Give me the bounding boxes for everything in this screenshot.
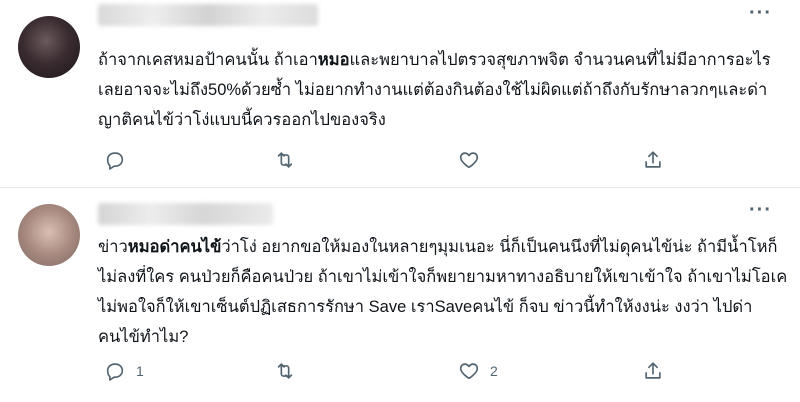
tweet-actions bbox=[98, 148, 698, 172]
reply-count: 1 bbox=[136, 363, 144, 379]
reply-icon bbox=[106, 363, 124, 381]
avatar[interactable] bbox=[18, 204, 80, 266]
tweet-text-highlight: หมอ bbox=[317, 51, 350, 69]
retweet-button[interactable] bbox=[274, 359, 306, 383]
more-options-icon[interactable]: ··· bbox=[749, 2, 772, 25]
retweet-icon bbox=[277, 152, 293, 168]
reply-icon bbox=[106, 152, 124, 170]
retweet-icon bbox=[277, 363, 293, 379]
tweet-2[interactable]: ··· ข่าวหมอด่าคนไข้ว่าโง่ อยากขอให้มองใน… bbox=[0, 189, 800, 402]
tweet-1[interactable]: ··· ถ้าจากเคสหมอป้าคนนั้น ถ้าเอาหมอและพย… bbox=[0, 0, 800, 188]
share-button[interactable] bbox=[642, 359, 664, 383]
tweet-actions: 1 2 bbox=[98, 359, 698, 383]
tweet-text-part: ข่าว bbox=[98, 238, 128, 256]
blurred-author-name[interactable] bbox=[98, 4, 318, 26]
share-icon bbox=[645, 362, 661, 379]
avatar[interactable] bbox=[18, 16, 80, 78]
retweet-button[interactable] bbox=[274, 148, 306, 172]
share-button[interactable] bbox=[642, 148, 664, 172]
blurred-author-name[interactable] bbox=[98, 203, 273, 225]
more-options-icon[interactable]: ··· bbox=[749, 199, 772, 222]
like-button[interactable]: 2 bbox=[458, 359, 498, 383]
tweet-text-highlight: หมอด่าคนไข้ bbox=[127, 238, 222, 256]
like-button[interactable] bbox=[458, 148, 490, 172]
like-icon bbox=[459, 152, 479, 169]
tweet-text: ข่าวหมอด่าคนไข้ว่าโง่ อยากขอให้มองในหลาย… bbox=[98, 232, 788, 352]
tweet-text: ถ้าจากเคสหมอป้าคนนั้น ถ้าเอาหมอและพยาบาล… bbox=[98, 45, 788, 135]
like-icon bbox=[459, 363, 479, 380]
reply-button[interactable]: 1 bbox=[104, 359, 144, 383]
like-count: 2 bbox=[490, 363, 498, 379]
tweet-text-part: ถ้าจากเคสหมอป้าคนนั้น ถ้าเอา bbox=[98, 51, 318, 69]
share-icon bbox=[645, 151, 661, 168]
reply-button[interactable] bbox=[104, 148, 136, 172]
